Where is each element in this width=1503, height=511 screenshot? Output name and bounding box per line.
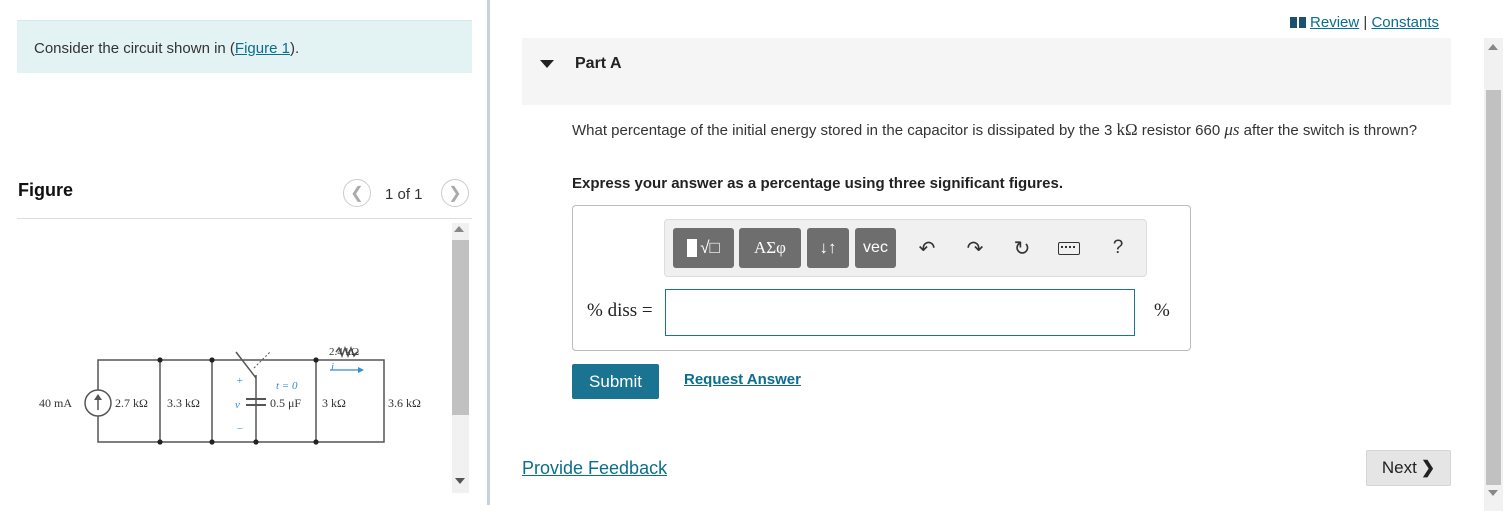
provide-feedback-link[interactable]: Provide Feedback bbox=[522, 458, 667, 479]
help-icon[interactable]: ? bbox=[1105, 234, 1131, 262]
nav-separator: | bbox=[1363, 14, 1368, 31]
top-navigation: Review | Constants bbox=[1289, 14, 1439, 31]
greek-symbols-button[interactable]: ΑΣφ bbox=[739, 228, 801, 268]
figure-link[interactable]: Figure 1 bbox=[235, 40, 290, 57]
node-dot bbox=[313, 357, 319, 363]
figure-divider bbox=[17, 218, 472, 219]
voltage-label: v bbox=[235, 399, 240, 411]
scroll-down-icon[interactable] bbox=[455, 478, 465, 484]
vector-button[interactable]: vec bbox=[855, 228, 896, 268]
r1-label: 2.7 kΩ bbox=[115, 396, 148, 410]
figure-title: Figure bbox=[18, 180, 74, 200]
next-button[interactable]: Next ❯ bbox=[1366, 450, 1451, 486]
cap-label: 0.5 μF bbox=[270, 396, 301, 410]
figure-next-button[interactable]: ❯ bbox=[441, 179, 469, 207]
node-dot bbox=[157, 439, 163, 445]
constants-link[interactable]: Constants bbox=[1371, 14, 1439, 31]
page-scroll-up-icon[interactable] bbox=[1488, 44, 1498, 50]
chevron-right-icon: ❯ bbox=[1420, 458, 1436, 477]
r4-label: 3 kΩ bbox=[322, 396, 346, 410]
radical-icon: √□ bbox=[700, 238, 720, 257]
book-icon bbox=[1289, 17, 1306, 28]
templates-button[interactable]: √□ bbox=[673, 228, 734, 268]
scroll-up-icon[interactable] bbox=[454, 226, 464, 232]
review-link[interactable]: Review bbox=[1310, 14, 1359, 31]
minus-label: − bbox=[236, 423, 243, 435]
undo-icon[interactable]: ↶ bbox=[914, 234, 940, 262]
current-label: i bbox=[331, 361, 334, 373]
r2-label: 3.3 kΩ bbox=[167, 396, 200, 410]
page-scrollbar-thumb[interactable] bbox=[1486, 90, 1501, 485]
source-label: 40 mA bbox=[39, 396, 72, 410]
answer-unit: % bbox=[1154, 300, 1170, 321]
r5-label: 3.6 kΩ bbox=[388, 396, 421, 410]
unit-kilo-ohm: kΩ bbox=[1116, 120, 1138, 139]
submit-button[interactable]: Submit bbox=[572, 364, 659, 399]
node-dot bbox=[209, 439, 215, 445]
intro-text: Consider the circuit shown in (Figure 1)… bbox=[34, 40, 300, 57]
figure-prev-button[interactable]: ❮ bbox=[343, 179, 371, 207]
intro-panel: Consider the circuit shown in (Figure 1)… bbox=[17, 20, 472, 73]
redo-icon[interactable]: ↷ bbox=[962, 234, 988, 262]
time-label: t = 0 bbox=[276, 380, 298, 392]
answer-input[interactable] bbox=[665, 289, 1135, 336]
node-dot bbox=[253, 439, 259, 445]
collapse-triangle-icon[interactable] bbox=[540, 60, 554, 68]
arrows-button[interactable]: ↓↑ bbox=[807, 228, 849, 268]
r3-label: 2.4 kΩ bbox=[329, 346, 359, 358]
next-label: Next bbox=[1381, 458, 1417, 477]
math-toolbar: √□ ΑΣφ ↓↑ vec ↶ ↷ ↻ ? bbox=[664, 219, 1147, 277]
answer-label: % diss = bbox=[587, 300, 653, 321]
question-text: What percentage of the initial energy st… bbox=[572, 120, 1418, 139]
unit-microsecond: μs bbox=[1224, 120, 1240, 139]
panel-divider bbox=[487, 0, 490, 505]
template-block-icon bbox=[687, 239, 698, 257]
node-dot bbox=[157, 357, 163, 363]
circuit-diagram: 40 mA 2.7 kΩ 3.3 kΩ 2.4 kΩ 0.5 μF 3 kΩ 3… bbox=[39, 345, 421, 445]
part-title: Part A bbox=[575, 55, 622, 72]
chevron-left-icon: ❮ bbox=[350, 185, 364, 202]
chevron-right-icon: ❯ bbox=[448, 185, 462, 202]
node-dot bbox=[313, 439, 319, 445]
current-arrowhead bbox=[358, 367, 364, 373]
page-scroll-down-icon[interactable] bbox=[1488, 490, 1498, 496]
plus-label: + bbox=[236, 375, 243, 387]
part-header[interactable] bbox=[522, 38, 1451, 105]
figure-count: 1 of 1 bbox=[385, 186, 423, 203]
figure-scrollbar-thumb[interactable] bbox=[452, 240, 469, 415]
keyboard-icon[interactable] bbox=[1056, 234, 1082, 262]
node-dot bbox=[209, 357, 215, 363]
reset-icon[interactable]: ↻ bbox=[1009, 234, 1035, 262]
request-answer-link[interactable]: Request Answer bbox=[684, 371, 801, 388]
answer-instruction: Express your answer as a percentage usin… bbox=[572, 175, 1064, 192]
